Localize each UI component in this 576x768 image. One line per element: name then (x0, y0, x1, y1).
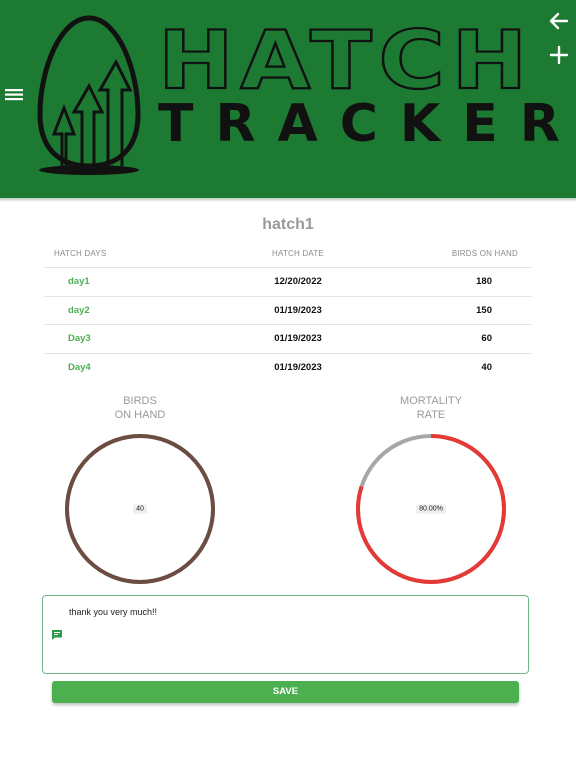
cell-birds: 150 (476, 304, 492, 316)
birds-on-hand-chart-title: BIRDS ON HAND (114, 395, 166, 421)
hatch-detail-screen: HATCH TRACKER hatch1 HATCH DAYS HATCH DA… (0, 0, 576, 768)
note-text: thank you very much!! (69, 607, 158, 617)
table-row[interactable]: Day4 01/19/2023 40 (44, 354, 532, 383)
table-row[interactable]: Day3 01/19/2023 60 (44, 325, 532, 354)
header-hatch-days: HATCH DAYS (54, 249, 107, 258)
hatch-days-table: HATCH DAYS HATCH DATE BIRDS ON HAND day1… (44, 240, 532, 382)
logo-tracker-text: TRACKER (158, 94, 576, 154)
save-button[interactable]: SAVE (52, 681, 519, 703)
table-row[interactable]: day1 12/20/2022 180 (44, 268, 532, 297)
cell-birds: 60 (481, 333, 492, 345)
birds-on-hand-value: 40 (133, 504, 147, 514)
cell-day: day1 (68, 276, 90, 288)
hatch-title: hatch1 (262, 216, 314, 233)
app-header: HATCH TRACKER (0, 0, 576, 198)
note-field[interactable]: thank you very much!! (42, 595, 529, 674)
cell-day: Day4 (68, 362, 91, 374)
header-hatch-date: HATCH DATE (272, 249, 324, 258)
comment-icon (52, 630, 62, 640)
cell-day: Day3 (68, 333, 91, 345)
cell-date: 12/20/2022 (274, 276, 322, 288)
cell-birds: 40 (481, 362, 492, 374)
cell-day: day2 (68, 304, 90, 316)
plus-icon[interactable] (548, 44, 570, 66)
menu-icon[interactable] (4, 86, 24, 106)
cell-date: 01/19/2023 (274, 362, 322, 374)
back-arrow-icon[interactable] (548, 10, 570, 32)
mortality-rate-chart-title: MORTALITY RATE (400, 395, 462, 421)
cell-date: 01/19/2023 (274, 333, 322, 345)
mortality-rate-value: 80.00% (416, 504, 446, 514)
header-shadow (0, 198, 576, 202)
cell-birds: 180 (476, 276, 492, 288)
table-header: HATCH DAYS HATCH DATE BIRDS ON HAND (44, 240, 532, 268)
cell-date: 01/19/2023 (274, 304, 322, 316)
header-birds-on-hand: BIRDS ON HAND (451, 249, 518, 258)
table-row[interactable]: day2 01/19/2023 150 (44, 297, 532, 325)
